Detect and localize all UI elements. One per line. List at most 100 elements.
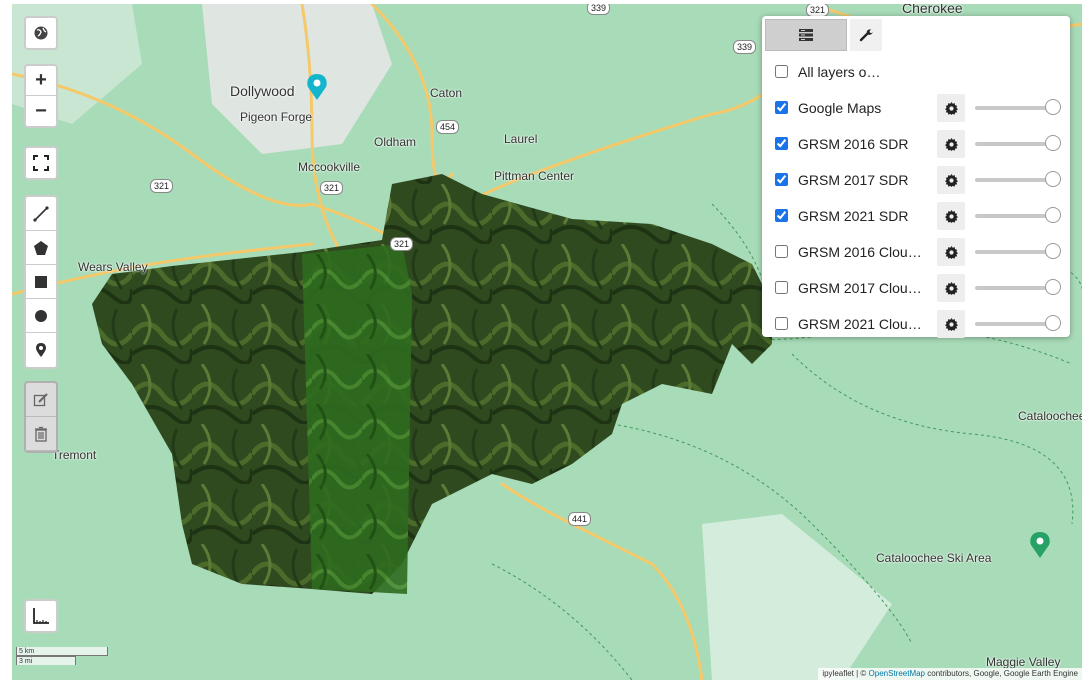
slider-knob[interactable]: [1045, 315, 1061, 331]
draw-polyline-icon: [33, 205, 49, 222]
gear-icon: [944, 101, 958, 115]
trash-icon: [35, 426, 47, 442]
layer-opacity-slider[interactable]: [975, 207, 1061, 225]
draw-polygon-icon: [34, 240, 48, 255]
draw-rectangle-icon: [35, 275, 47, 288]
layer-row: GRSM 2017 Clou…: [762, 274, 1070, 304]
place-label: Cataloochee: [1018, 409, 1082, 423]
zoom-control: + −: [24, 64, 58, 128]
layer-visibility-checkbox[interactable]: [775, 281, 788, 294]
layer-opacity-slider[interactable]: [975, 315, 1061, 333]
slider-knob[interactable]: [1045, 99, 1061, 115]
route-shield: 321: [320, 181, 344, 195]
slider-knob[interactable]: [1045, 135, 1061, 151]
slider-track: [975, 286, 1053, 290]
layer-settings-button[interactable]: [937, 94, 965, 122]
all-layers-checkbox[interactable]: [775, 65, 788, 78]
route-shield: 321: [390, 237, 414, 251]
globe-icon: [34, 26, 48, 40]
layer-settings-button[interactable]: [937, 166, 965, 194]
layer-settings-button[interactable]: [937, 202, 965, 230]
place-label: Pigeon Forge: [240, 110, 313, 124]
layer-visibility-checkbox[interactable]: [775, 245, 788, 258]
slider-track: [975, 106, 1053, 110]
slider-knob[interactable]: [1045, 207, 1061, 223]
layers-icon: [799, 29, 813, 41]
layer-row: GRSM 2016 Clou…: [762, 238, 1070, 268]
layer-settings-button[interactable]: [937, 238, 965, 266]
layer-settings-button[interactable]: [937, 130, 965, 158]
layer-row: Google Maps: [762, 94, 1070, 124]
globe-button[interactable]: [26, 18, 56, 48]
fullscreen-button[interactable]: [26, 148, 56, 178]
draw-marker-button[interactable]: [26, 333, 56, 367]
gear-icon: [944, 173, 958, 187]
layer-row: GRSM 2017 SDR: [762, 166, 1070, 196]
layer-label: GRSM 2016 Clou…: [798, 244, 922, 260]
slider-knob[interactable]: [1045, 279, 1061, 295]
layer-settings-button[interactable]: [937, 274, 965, 302]
layer-opacity-slider[interactable]: [975, 135, 1061, 153]
layer-visibility-checkbox[interactable]: [775, 137, 788, 150]
layer-label: Google Maps: [798, 100, 882, 116]
slider-knob[interactable]: [1045, 171, 1061, 187]
layer-label: GRSM 2021 SDR: [798, 208, 909, 224]
layer-label: GRSM 2016 SDR: [798, 136, 909, 152]
zoom-in-button[interactable]: +: [26, 66, 56, 96]
attribution-suffix: contributors, Google, Google Earth Engin…: [925, 669, 1078, 678]
layer-opacity-slider[interactable]: [975, 243, 1061, 261]
tab-layers[interactable]: [765, 19, 847, 51]
route-shield: 339: [733, 40, 757, 54]
attribution-prefix: ipyleaflet | ©: [822, 669, 869, 678]
edit-layers-button[interactable]: [26, 383, 56, 417]
slider-knob[interactable]: [1045, 243, 1061, 259]
measure-button[interactable]: [26, 601, 56, 631]
layer-settings-button[interactable]: [937, 310, 965, 338]
draw-polygon-button[interactable]: [26, 231, 56, 265]
slider-track: [975, 250, 1053, 254]
draw-rectangle-button[interactable]: [26, 265, 56, 299]
slider-track: [975, 178, 1053, 182]
layer-label: GRSM 2017 Clou…: [798, 280, 922, 296]
layer-visibility-checkbox[interactable]: [775, 101, 788, 114]
basemap-toggle-control[interactable]: [24, 16, 58, 50]
layer-opacity-slider[interactable]: [975, 99, 1061, 117]
zoom-out-button[interactable]: −: [26, 96, 56, 126]
measure-icon: [33, 608, 49, 624]
layer-visibility-checkbox[interactable]: [775, 317, 788, 330]
route-shield: 441: [568, 512, 592, 526]
place-label: Caton: [430, 86, 463, 100]
gear-icon: [944, 137, 958, 151]
route-shield: 339: [587, 4, 611, 15]
layer-row: GRSM 2021 SDR: [762, 202, 1070, 232]
draw-circle-button[interactable]: [26, 299, 56, 333]
place-label: Mccookville: [298, 160, 361, 174]
draw-toolbar: [24, 195, 58, 369]
edit-toolbar: [24, 381, 58, 453]
layer-row: GRSM 2021 Clou…: [762, 310, 1070, 340]
gear-icon: [944, 317, 958, 331]
edit-icon: [33, 392, 48, 406]
route-shield: 454: [436, 120, 460, 134]
draw-circle-icon: [35, 309, 47, 322]
slider-track: [975, 142, 1053, 146]
place-label: Oldham: [374, 135, 417, 149]
slider-track: [975, 322, 1053, 326]
delete-layers-button[interactable]: [26, 417, 56, 451]
measure-control: [24, 599, 58, 633]
place-label: Wears Valley: [78, 260, 148, 274]
draw-polyline-button[interactable]: [26, 197, 56, 231]
scale-mi: 3 mi: [16, 656, 76, 665]
gear-icon: [944, 281, 958, 295]
slider-track: [975, 214, 1053, 218]
place-label: Maggie Valley: [986, 655, 1061, 669]
layer-opacity-slider[interactable]: [975, 279, 1061, 297]
layer-row: GRSM 2016 SDR: [762, 130, 1070, 160]
attribution: ipyleaflet | © OpenStreetMap contributor…: [818, 668, 1082, 680]
layer-visibility-checkbox[interactable]: [775, 209, 788, 222]
layer-visibility-checkbox[interactable]: [775, 173, 788, 186]
tab-settings[interactable]: [850, 19, 882, 51]
layer-opacity-slider[interactable]: [975, 171, 1061, 189]
osm-link[interactable]: OpenStreetMap: [869, 669, 925, 678]
route-shield: 321: [150, 179, 174, 193]
